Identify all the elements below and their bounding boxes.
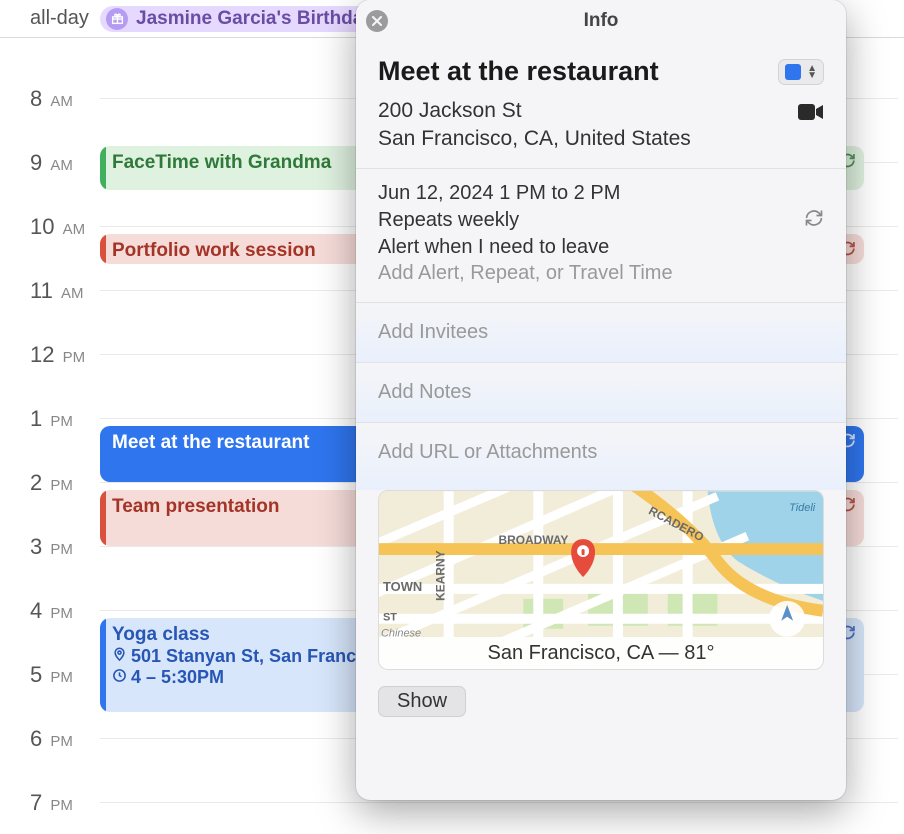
svg-text:TOWN: TOWN bbox=[383, 579, 422, 594]
add-invitees-placeholder: Add Invitees bbox=[378, 309, 824, 356]
url-attachments-section[interactable]: Add URL or Attachments bbox=[356, 422, 846, 490]
event-title: Portfolio work session bbox=[112, 240, 316, 261]
repeat-icon bbox=[804, 208, 824, 233]
add-url-placeholder: Add URL or Attachments bbox=[378, 429, 824, 476]
event-location-line2[interactable]: San Francisco, CA, United States bbox=[378, 125, 691, 153]
event-time: 4 – 5:30PM bbox=[131, 667, 224, 688]
add-alert-placeholder[interactable]: Add Alert, Repeat, or Travel Time bbox=[378, 262, 673, 285]
event-title: Meet at the restaurant bbox=[112, 432, 309, 453]
hour-7pm: 7 PM bbox=[30, 790, 73, 816]
svg-text:Tideli: Tideli bbox=[789, 502, 816, 514]
hour-6pm: 6 PM bbox=[30, 726, 73, 752]
svg-text:BROADWAY: BROADWAY bbox=[498, 533, 568, 547]
clock-icon bbox=[112, 667, 127, 688]
invitees-section[interactable]: Add Invitees bbox=[356, 302, 846, 362]
event-title: Yoga class bbox=[112, 624, 210, 645]
event-date-time[interactable]: Jun 12, 2024 1 PM to 2 PM bbox=[378, 182, 620, 205]
close-icon[interactable] bbox=[366, 10, 388, 32]
calendar-day-view: all-day Jasmine Garcia's Birthday 8 AM 9… bbox=[0, 0, 904, 834]
all-day-label: all-day bbox=[30, 7, 100, 30]
add-notes-placeholder: Add Notes bbox=[378, 369, 824, 416]
event-title-section: Meet at the restaurant ▲▼ 200 Jackson St… bbox=[356, 42, 846, 168]
allday-event-title: Jasmine Garcia's Birthday bbox=[136, 8, 374, 30]
chevron-updown-icon: ▲▼ bbox=[807, 65, 817, 79]
hour-10am: 10 AM bbox=[30, 214, 85, 240]
notes-section[interactable]: Add Notes bbox=[356, 362, 846, 422]
hour-2pm: 2 PM bbox=[30, 470, 73, 496]
map-weather-caption: San Francisco, CA — 81° bbox=[379, 637, 823, 669]
svg-text:KEARNY: KEARNY bbox=[434, 550, 448, 600]
map-svg: BROADWAY KEARNY RCADERO TOWN ST Chinese … bbox=[379, 491, 823, 639]
popover-header: Info bbox=[356, 0, 846, 42]
hour-8am: 8 AM bbox=[30, 86, 73, 112]
hour-5pm: 5 PM bbox=[30, 662, 73, 688]
event-repeat[interactable]: Repeats weekly bbox=[378, 209, 519, 232]
allday-event-birthday[interactable]: Jasmine Garcia's Birthday bbox=[100, 6, 388, 32]
gift-icon bbox=[106, 8, 128, 30]
event-datetime-section: Jun 12, 2024 1 PM to 2 PM Repeats weekly… bbox=[356, 168, 846, 302]
hour-4pm: 4 PM bbox=[30, 598, 73, 624]
hour-11am: 11 AM bbox=[30, 278, 83, 304]
hour-1pm: 1 PM bbox=[30, 406, 73, 432]
event-location-line1[interactable]: 200 Jackson St bbox=[378, 97, 691, 125]
location-map[interactable]: BROADWAY KEARNY RCADERO TOWN ST Chinese … bbox=[378, 490, 824, 670]
event-title: Team presentation bbox=[112, 496, 280, 517]
popover-title-label: Info bbox=[584, 10, 619, 32]
svg-text:ST: ST bbox=[383, 611, 397, 623]
calendar-color-swatch bbox=[785, 64, 801, 80]
hour-3pm: 3 PM bbox=[30, 534, 73, 560]
event-title-input[interactable]: Meet at the restaurant bbox=[378, 56, 659, 87]
event-alert[interactable]: Alert when I need to leave bbox=[378, 236, 609, 259]
event-info-popover: Info Meet at the restaurant ▲▼ 200 Jacks… bbox=[356, 0, 846, 800]
hour-9am: 9 AM bbox=[30, 150, 73, 176]
calendar-picker[interactable]: ▲▼ bbox=[778, 59, 824, 85]
map-pin-icon bbox=[112, 646, 127, 667]
video-icon[interactable] bbox=[798, 99, 824, 130]
event-title: FaceTime with Grandma bbox=[112, 152, 331, 173]
show-button[interactable]: Show bbox=[378, 686, 466, 717]
event-location: 501 Stanyan St, San Francisco bbox=[131, 646, 392, 667]
hour-12pm: 12 PM bbox=[30, 342, 85, 368]
